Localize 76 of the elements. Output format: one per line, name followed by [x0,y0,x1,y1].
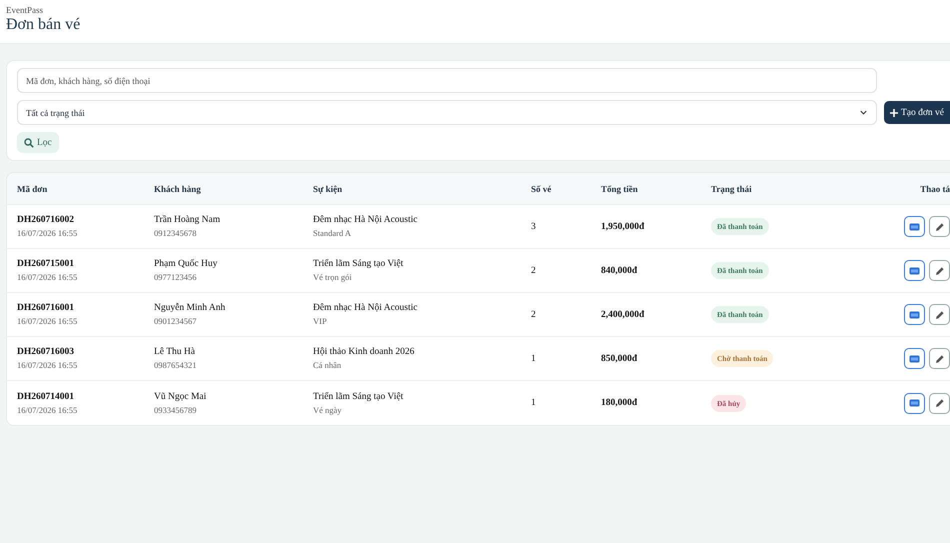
order-total: 180,000đ [601,398,638,408]
order-date: 16/07/2026 16:55 [17,228,78,238]
order-total: 1,950,000đ [601,222,646,232]
customer-phone: 0901234567 [154,316,198,326]
edit-button[interactable] [929,392,950,414]
ticket-icon [909,222,920,230]
customer-name: Lê Thu Hà [154,347,196,357]
ticket-button[interactable] [904,348,925,369]
column-header: Mã đơn [17,184,48,194]
column-header: Số vé [531,184,552,194]
ticket-button[interactable] [904,216,925,237]
ticket-icon [909,266,920,274]
ticket-button[interactable] [904,392,925,414]
status-select[interactable]: Tất cả trạng thái [17,100,877,125]
order-total: 2,400,000đ [601,310,646,320]
page-title: Đơn bán vé [6,16,82,34]
pencil-icon [934,310,944,320]
pencil-icon [934,266,944,276]
order-date: 16/07/2026 16:55 [17,404,78,414]
ticket-button[interactable] [904,260,925,281]
customer-name: Vũ Ngọc Mai [154,392,208,402]
search-field[interactable]: Mã đơn, khách hàng, số điện thoại [17,68,877,93]
customer-phone: 0933456789 [154,404,198,414]
ticket-quantity: 1 [531,354,537,364]
ticket-icon [909,310,920,318]
order-id: DH260716001 [17,303,75,313]
pencil-icon [934,354,944,364]
column-header: Sự kiện [313,184,342,194]
event-name: Đêm nhạc Hà Nội Acoustic [313,215,418,225]
edit-button[interactable] [929,216,950,237]
customer-name: Nguyễn Minh Anh [154,303,226,313]
order-date: 16/07/2026 16:55 [17,360,78,370]
ticket-type: Vé trọn gói [313,272,353,282]
create-order-button[interactable]: Tạo đơn vé [884,101,950,124]
column-header: Thao tá [920,184,950,194]
ticket-icon [909,399,920,407]
ticket-type: Vé ngày [313,404,343,414]
plus-icon [890,108,898,116]
order-id: DH260714001 [17,392,75,402]
customer-phone: 0987654321 [154,360,198,370]
ticket-quantity: 1 [531,398,537,408]
ticket-button[interactable] [904,304,925,325]
order-date: 16/07/2026 16:55 [17,272,78,282]
ticket-type: VIP [313,316,328,326]
column-header: Tổng tiền [601,184,638,194]
event-name: Đêm nhạc Hà Nội Acoustic [313,303,418,313]
pencil-icon [934,398,944,408]
event-name: Hội thảo Kinh doanh 2026 [313,347,416,357]
chevron-down-icon [859,108,868,117]
ticket-type: Cá nhân [313,360,342,370]
pencil-icon [934,222,944,232]
event-name: Triển lãm Sáng tạo Việt [313,259,404,269]
ticket-icon [909,354,920,362]
order-id: DH260716002 [17,215,75,225]
order-id: DH260716003 [17,347,75,357]
edit-button[interactable] [929,304,950,325]
edit-button[interactable] [929,348,950,369]
column-header: Trạng thái [711,184,752,194]
event-name: Triển lãm Sáng tạo Việt [313,392,404,402]
edit-button[interactable] [929,260,950,281]
ticket-type: Standard A [313,228,352,238]
customer-name: Trần Hoàng Nam [154,215,222,225]
brand-name: EventPass [6,5,44,15]
filter-button[interactable]: Lọc [17,132,59,153]
customer-name: Phạm Quốc Huy [154,259,218,269]
order-total: 850,000đ [601,354,638,364]
customer-phone: 0912345678 [154,228,198,238]
order-total: 840,000đ [601,266,638,276]
order-date: 16/07/2026 16:55 [17,316,78,326]
ticket-quantity: 2 [531,266,537,276]
ticket-quantity: 2 [531,310,537,320]
column-header: Khách hàng [154,184,201,194]
ticket-quantity: 3 [531,222,537,232]
search-icon [24,138,34,148]
order-id: DH260715001 [17,259,75,269]
customer-phone: 0977123456 [154,272,198,282]
